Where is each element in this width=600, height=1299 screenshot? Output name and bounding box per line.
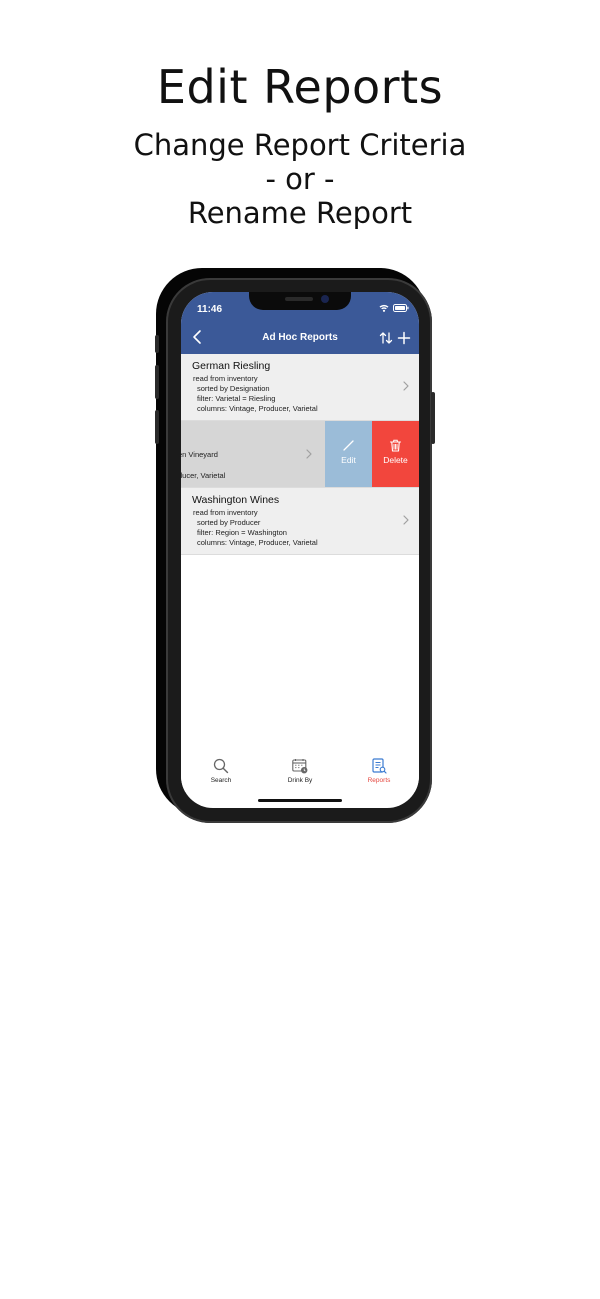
tab-drink-by-label: Drink By [287,777,313,784]
home-indicator [258,799,342,802]
promo-title: Edit Reports [156,60,444,114]
promo-subtitle: Change Report Criteria - or - Rename Rep… [0,128,600,230]
report-title: German Riesling [192,360,271,372]
tab-drink-by[interactable]: Drink By [270,758,330,784]
phone-volume-up [155,365,159,399]
promo-line-3: Rename Report [187,196,413,230]
phone-silent-switch [155,335,159,353]
search-icon [213,758,229,774]
phone-volume-down [155,410,159,444]
swiped-row-text: en Vineyard [181,450,218,459]
tab-reports[interactable]: Reports [349,758,409,784]
swiped-row-columns: ducer, Varietal [181,471,226,480]
report-icon [372,758,387,774]
camera-icon [321,295,329,303]
promo-line-1: Change Report Criteria [133,128,467,162]
chevron-right-icon [403,381,409,391]
phone-notch [249,292,351,310]
wifi-icon [379,304,389,312]
chevron-right-icon [306,449,312,459]
report-row-german-riesling[interactable]: German Riesling read from inventory sort… [181,354,419,421]
promo-line-2: - or - [265,162,335,196]
edit-label: Edit [341,455,356,465]
report-row-washington-wines[interactable]: Washington Wines read from inventory sor… [181,488,419,555]
speaker-grille [285,297,313,301]
plus-icon[interactable] [397,331,411,345]
sort-arrows-icon[interactable] [379,331,393,345]
trash-icon [389,439,402,452]
tab-search[interactable]: Search [191,758,251,784]
report-row-content: German Riesling read from inventory sort… [192,360,402,414]
reports-list: German Riesling read from inventory sort… [181,354,419,555]
status-time: 11:46 [197,304,223,315]
report-title: Washington Wines [192,494,280,506]
delete-button[interactable]: Delete [372,421,419,487]
tab-search-label: Search [210,777,232,784]
report-filter: filter: Region = Washington [197,528,287,537]
tab-bar: Search Drink By Reports [181,752,419,792]
tab-reports-label: Reports [367,777,391,784]
report-filter: filter: Varietal = Riesling [197,394,276,403]
status-icons [379,304,409,312]
report-row-content: Washington Wines read from inventory sor… [192,494,402,548]
battery-icon [393,304,409,312]
delete-label: Delete [383,455,408,465]
report-row-swiped[interactable]: en Vineyard ducer, Varietal Edit Delete [181,421,419,488]
report-columns: columns: Vintage, Producer, Varietal [197,538,318,547]
calendar-clock-icon [292,759,308,774]
report-source: read from inventory [193,508,258,517]
report-columns: columns: Vintage, Producer, Varietal [197,404,318,413]
report-source: read from inventory [193,374,258,383]
pencil-icon [343,440,354,451]
phone-power-button [431,392,435,444]
phone-screen: 11:46 Ad Hoc Reports German Riesling rea… [181,292,419,808]
chevron-right-icon [403,515,409,525]
edit-button[interactable]: Edit [325,421,372,487]
swiped-row-content: en Vineyard ducer, Varietal [181,421,328,487]
report-sort: sorted by Producer [197,518,261,527]
report-sort: sorted by Designation [197,384,270,393]
